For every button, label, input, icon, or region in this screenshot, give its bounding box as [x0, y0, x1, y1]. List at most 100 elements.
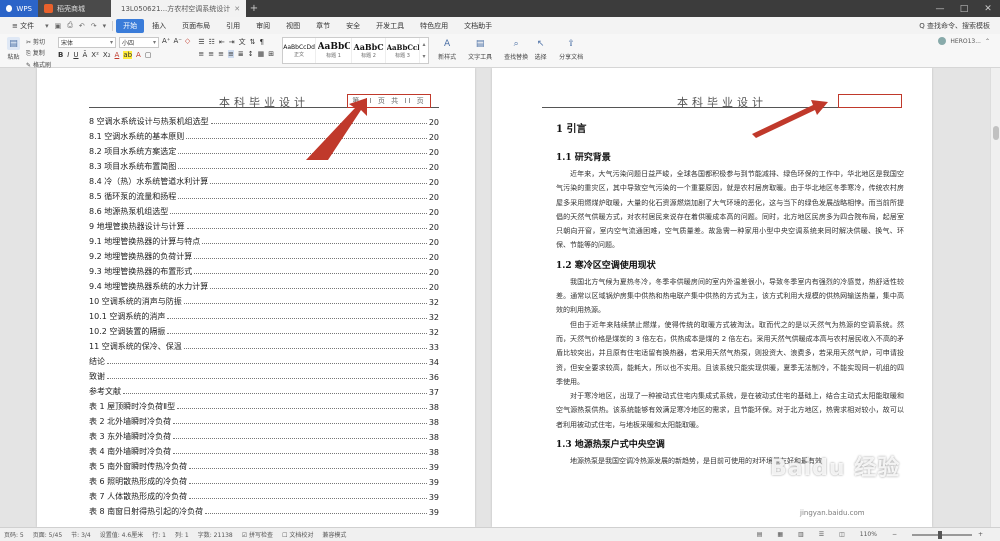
char-border-icon[interactable]: ▢	[145, 51, 152, 59]
toc-entry[interactable]: 9.2 地埋管换热器的负荷计算 20	[89, 247, 439, 262]
share-button[interactable]: ⇪ 分享文档	[556, 37, 586, 62]
menu-doc-assistant[interactable]: 文档助手	[456, 21, 500, 31]
reading-mode-icon[interactable]: ◫	[839, 531, 854, 538]
text-tools-button[interactable]: ▤ 文字工具	[465, 37, 495, 62]
distribute-icon[interactable]: ≣	[238, 50, 244, 58]
command-search[interactable]: Q 查找命令、搜索模板	[919, 21, 1000, 31]
spell-check-toggle[interactable]: ☑ 拼写检查	[242, 530, 282, 539]
toc-entry[interactable]: 表 3 东外墙瞬时冷负荷 38	[89, 427, 439, 442]
superscript-icon[interactable]: X²	[91, 51, 99, 59]
maximize-button[interactable]: □	[952, 0, 976, 17]
highlight-icon[interactable]: ab	[123, 51, 133, 59]
toc-entry[interactable]: 8.6 地源热泵机组选型 20	[89, 202, 439, 217]
style-scroll[interactable]: ▴ ▾	[420, 38, 428, 63]
toc-entry[interactable]: 表 7 人体散热形成的冷负荷 39	[89, 487, 439, 502]
menu-view[interactable]: 视图	[278, 21, 308, 31]
toc-entry[interactable]: 致谢 36	[89, 367, 439, 382]
toc-entry[interactable]: 表 4 南外墙瞬时冷负荷 38	[89, 442, 439, 457]
menu-chapter[interactable]: 章节	[308, 21, 338, 31]
font-size-select[interactable]: 小四 ▾	[118, 37, 159, 48]
toc-entry[interactable]: 8 空调水系统设计与热泵机组选型 20	[89, 112, 439, 127]
decrease-indent-icon[interactable]: ⇤	[219, 38, 225, 46]
menu-security[interactable]: 安全	[338, 21, 368, 31]
align-center-icon[interactable]: ≡	[208, 50, 214, 58]
toc-entry[interactable]: 表 2 北外墙瞬时冷负荷 38	[89, 412, 439, 427]
bullet-list-icon[interactable]: ☰	[198, 38, 204, 46]
undo-icon[interactable]: ↶	[76, 22, 88, 30]
menu-developer[interactable]: 开发工具	[368, 21, 412, 31]
collapse-ribbon-icon[interactable]: ⌃	[985, 38, 990, 45]
layout-icon[interactable]: ▦	[777, 531, 792, 538]
underline-icon[interactable]: U	[73, 51, 78, 59]
toc-entry[interactable]: 11 空调系统的保冷、保温 33	[89, 337, 439, 352]
cut-button[interactable]: ✂ 剪切	[26, 37, 51, 46]
font-name-select[interactable]: 宋体 ▾	[57, 37, 116, 48]
italic-icon[interactable]: I	[67, 51, 69, 59]
menu-insert[interactable]: 插入	[144, 21, 174, 31]
file-menu[interactable]: ≡ 文件	[4, 21, 42, 31]
line-spacing-icon[interactable]: ↕	[248, 50, 254, 58]
toc-entry[interactable]: 8.2 项目水系统方案选定 20	[89, 142, 439, 157]
show-marks-icon[interactable]: ¶	[260, 38, 264, 46]
borders-icon[interactable]: ⊞	[268, 50, 274, 58]
toc-entry[interactable]: 9 地埋管换热器设计与计算 20	[89, 217, 439, 232]
tab-wps[interactable]: WPS	[0, 0, 38, 17]
strikethrough-icon[interactable]: Ā	[83, 51, 88, 59]
menu-special-apps[interactable]: 特色应用	[412, 21, 456, 31]
clear-format-icon[interactable]: ◇	[185, 37, 190, 48]
toc-entry[interactable]: 10.2 空调装置的隔振 32	[89, 322, 439, 337]
zoom-out-icon[interactable]: −	[892, 531, 906, 538]
sort-icon[interactable]: ⇅	[250, 38, 256, 46]
print-icon[interactable]: ⎙	[64, 21, 76, 30]
menu-review[interactable]: 审阅	[248, 21, 278, 31]
menu-home[interactable]: 开始	[116, 18, 145, 33]
toc-entry[interactable]: 8.3 项目水系统布置简图 20	[89, 157, 439, 172]
find-replace-button[interactable]: ⌕ 查找替换	[501, 37, 531, 62]
style-heading-3[interactable]: AaBbCcI 标题 3	[386, 38, 421, 63]
toc-entry[interactable]: 结论 34	[89, 352, 439, 367]
text-color-icon[interactable]: A	[136, 51, 141, 59]
toc-entry[interactable]: 9.1 地埋管换热器的计算与特点 20	[89, 232, 439, 247]
zoom-level[interactable]: 110%	[860, 531, 886, 538]
tab-shop[interactable]: 稻壳商城	[38, 0, 111, 17]
new-tab-button[interactable]: +	[246, 0, 262, 17]
align-right-icon[interactable]: ≡	[218, 50, 224, 58]
toc-entry[interactable]: 9.4 地埋管换热器系统的水力计算 20	[89, 277, 439, 292]
toc-entry[interactable]: 8.1 空调水系统的基本原则 20	[89, 127, 439, 142]
select-button[interactable]: ↖ 选择	[531, 37, 550, 62]
toc-entry[interactable]: 表 1 屋顶瞬时冷负荷Ⅱ型 38	[89, 397, 439, 412]
style-heading-2[interactable]: AaBbC 标题 2	[352, 38, 387, 63]
user-avatar-icon[interactable]	[938, 37, 947, 45]
new-style-button[interactable]: A 新样式	[435, 37, 459, 62]
menu-page-layout[interactable]: 页面布局	[174, 21, 218, 31]
increase-indent-icon[interactable]: ⇥	[229, 38, 235, 46]
customize-icon[interactable]: ▾	[100, 22, 110, 30]
justify-icon[interactable]: ≡	[227, 50, 234, 58]
page-toc[interactable]: 本科毕业设计 第 II 页 共 II 页 8 空调水系统设计与热泵机组选型 20 8…	[37, 68, 475, 527]
status-word-count[interactable]: 字数: 21138	[198, 530, 242, 539]
bold-icon[interactable]: B	[58, 51, 63, 59]
align-left-icon[interactable]: ≡	[198, 50, 204, 58]
zoom-slider[interactable]	[911, 530, 972, 539]
toc-entry[interactable]: 8.4 冷（热）水系统管道水利计算 20	[89, 172, 439, 187]
vertical-scrollbar[interactable]	[990, 68, 1000, 527]
chinese-layout-icon[interactable]: 文	[239, 37, 246, 47]
user-name[interactable]: HERO13...	[950, 38, 981, 45]
tab-document[interactable]: 13L050621...方农村空调系统设计 ✕	[111, 0, 246, 17]
close-window-button[interactable]: ✕	[976, 0, 1000, 17]
toc-entry[interactable]: 表 5 南外窗瞬时传热冷负荷 39	[89, 457, 439, 472]
redo-icon[interactable]: ↷	[88, 22, 100, 30]
menu-references[interactable]: 引用	[218, 21, 248, 31]
scrollbar-thumb[interactable]	[993, 126, 999, 140]
toc-entry[interactable]: 表 6 照明散热形成的冷负荷 39	[89, 472, 439, 487]
dropdown-icon[interactable]: ▾	[42, 22, 52, 30]
toc-entry[interactable]: 参考文献 37	[89, 382, 439, 397]
close-tab-icon[interactable]: ✕	[234, 5, 240, 13]
grow-font-icon[interactable]: A⁺	[162, 37, 170, 48]
toc-entry[interactable]: 10.1 空调系统的消声 32	[89, 307, 439, 322]
shrink-font-icon[interactable]: A⁻	[173, 37, 181, 48]
toc-entry[interactable]: 8.5 循环泵的流量和扬程 20	[89, 187, 439, 202]
toc-entry[interactable]: 10 空调系统的消声与防振 32	[89, 292, 439, 307]
save-icon[interactable]: ▣	[52, 22, 65, 30]
style-heading-1[interactable]: AaBbC 标题 1	[316, 38, 353, 63]
